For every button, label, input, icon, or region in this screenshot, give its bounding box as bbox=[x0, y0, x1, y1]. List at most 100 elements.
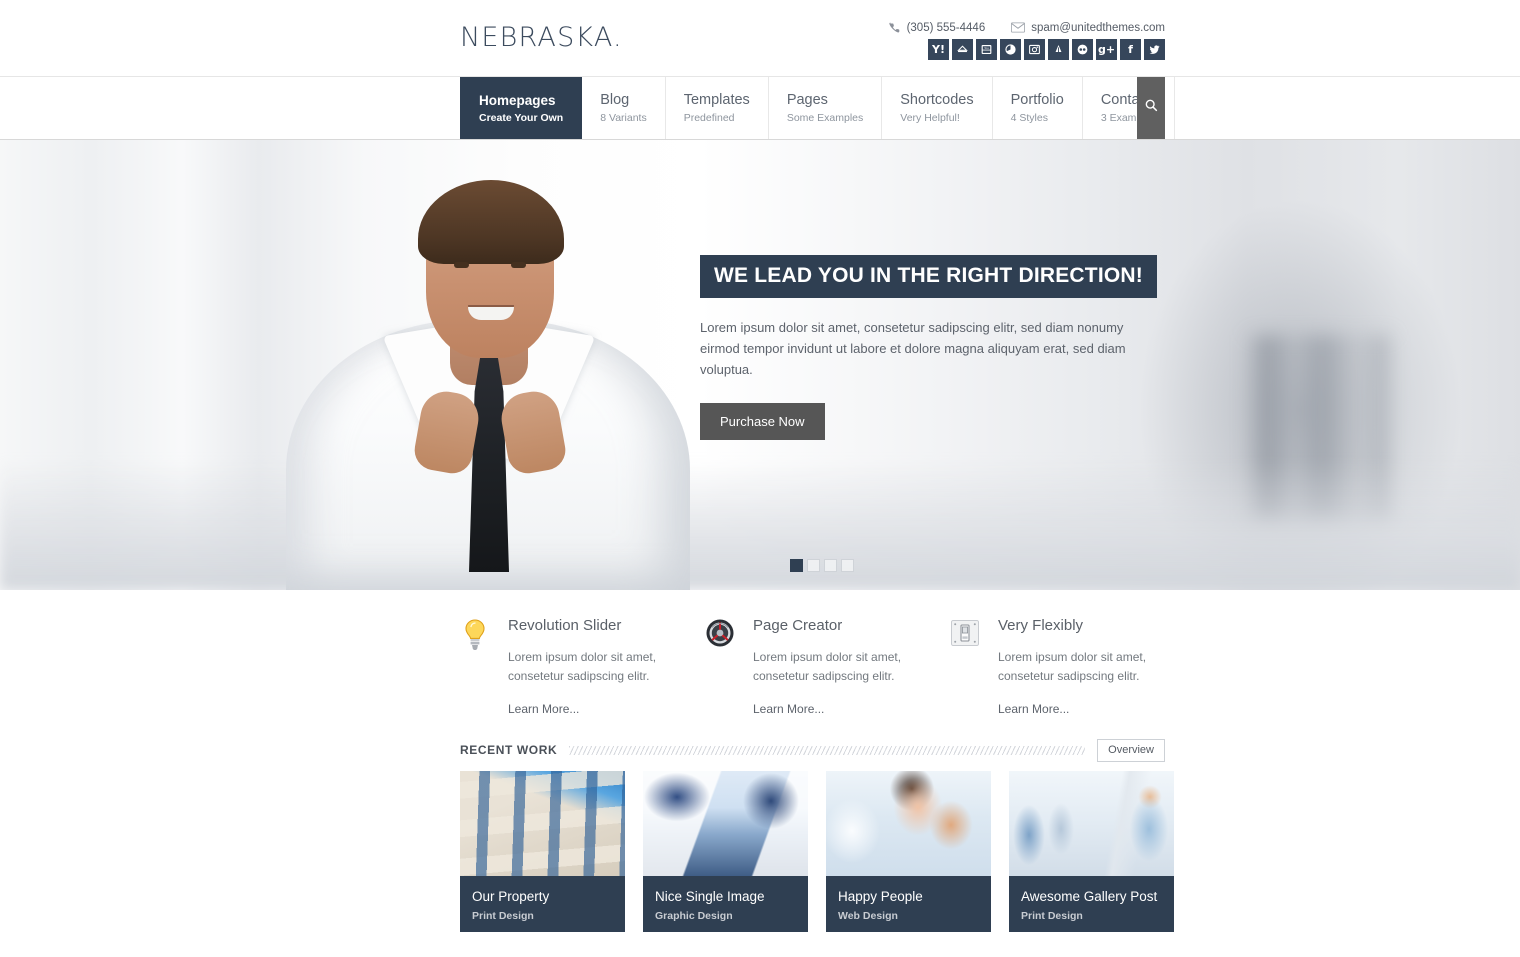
header-phone-number[interactable]: (305) 555-4446 bbox=[907, 22, 986, 34]
feature-learn-more-link[interactable]: Learn More... bbox=[753, 702, 824, 716]
feature-title: Very Flexibly bbox=[998, 617, 1084, 634]
feature-title: Page Creator bbox=[753, 617, 843, 634]
main-navigation: Homepages Create Your Own Blog 8 Variant… bbox=[0, 77, 1520, 140]
search-button[interactable] bbox=[1137, 77, 1165, 139]
feature-learn-more-link[interactable]: Learn More... bbox=[998, 702, 1069, 716]
nav-item-subtitle: Predefined bbox=[683, 112, 735, 124]
recent-work-header: RECENT WORK Overview bbox=[460, 738, 1165, 762]
yahoo-icon: Y! bbox=[932, 43, 945, 56]
nav-item-homepages[interactable]: Homepages Create Your Own bbox=[460, 77, 583, 139]
portfolio-card-category: Print Design bbox=[472, 910, 534, 922]
nav-item-title: Shortcodes bbox=[900, 92, 974, 108]
portfolio-card-title: Our Property bbox=[472, 889, 550, 904]
social-link-facebook[interactable]: f bbox=[1120, 39, 1141, 60]
hero-photo-businessman bbox=[278, 140, 698, 590]
portfolio-cards: Our Property Print Design Nice Single Im… bbox=[460, 771, 1174, 932]
nav-item-title: Templates bbox=[683, 92, 750, 108]
overview-button[interactable]: Overview bbox=[1097, 738, 1165, 762]
steering-wheel-icon bbox=[705, 616, 739, 718]
nav-item-title: Pages bbox=[786, 92, 828, 108]
youtube-icon: You bbox=[980, 43, 993, 56]
portfolio-card-title: Nice Single Image bbox=[655, 889, 765, 904]
feature-text: Lorem ipsum dolor sit amet, consetetur s… bbox=[508, 650, 657, 683]
nav-item-portfolio[interactable]: Portfolio 4 Styles bbox=[992, 77, 1083, 139]
feature-text: Lorem ipsum dolor sit amet, consetetur s… bbox=[998, 650, 1147, 683]
social-link-yahoo[interactable]: Y! bbox=[928, 39, 949, 60]
dribbble-icon bbox=[956, 43, 969, 56]
hero-paragraph-line1: Lorem ipsum dolor sit amet, consetetur s… bbox=[700, 320, 1124, 335]
portfolio-card-category: Print Design bbox=[1021, 910, 1083, 922]
feature-learn-more-link[interactable]: Learn More... bbox=[508, 702, 579, 716]
page-root: NEBRASKA. (305) 555-4446 spam@unitedthem… bbox=[0, 0, 1520, 957]
social-link-forrst[interactable] bbox=[1048, 39, 1069, 60]
forrst-icon bbox=[1052, 43, 1065, 56]
nav-item-templates[interactable]: Templates Predefined bbox=[665, 77, 769, 139]
google-plus-icon: g+ bbox=[1097, 43, 1116, 56]
portfolio-thumbnail bbox=[460, 771, 625, 876]
slider-dot-1[interactable] bbox=[790, 559, 803, 572]
portfolio-thumbnail bbox=[643, 771, 808, 876]
nav-item-shortcodes[interactable]: Shortcodes Very Helpful! bbox=[882, 77, 993, 139]
flickr-icon bbox=[1076, 43, 1089, 56]
mail-icon bbox=[1011, 22, 1026, 33]
nav-item-title: Portfolio bbox=[1010, 92, 1064, 108]
feature-page-creator: Page Creator Lorem ipsum dolor sit amet,… bbox=[705, 616, 950, 718]
hero-caption: WE LEAD YOU IN THE RIGHT DIRECTION! Lore… bbox=[700, 255, 1170, 440]
slider-pagination bbox=[790, 559, 854, 572]
social-link-twitter[interactable] bbox=[1144, 39, 1165, 60]
social-link-dribbble[interactable] bbox=[952, 39, 973, 60]
portfolio-card-title: Happy People bbox=[838, 889, 923, 904]
hero-floor-gradient bbox=[0, 460, 1520, 590]
hero-paragraph: Lorem ipsum dolor sit amet, consetetur s… bbox=[700, 317, 1170, 380]
social-link-youtube[interactable]: You bbox=[976, 39, 997, 60]
social-link-instagram[interactable] bbox=[1024, 39, 1045, 60]
nav-item-subtitle: Create Your Own bbox=[479, 112, 564, 124]
slider-dot-4[interactable] bbox=[841, 559, 854, 572]
phone-icon bbox=[888, 21, 901, 34]
hero-slider: WE LEAD YOU IN THE RIGHT DIRECTION! Lore… bbox=[0, 140, 1520, 590]
nav-items: Homepages Create Your Own Blog 8 Variant… bbox=[460, 77, 1175, 139]
search-icon bbox=[1144, 98, 1159, 118]
portfolio-card-our-property[interactable]: Our Property Print Design bbox=[460, 771, 625, 932]
nav-item-title: Homepages bbox=[479, 93, 556, 108]
slider-dot-3[interactable] bbox=[824, 559, 837, 572]
feature-title: Revolution Slider bbox=[508, 617, 622, 634]
site-logo[interactable]: NEBRASKA. bbox=[460, 22, 623, 53]
social-link-flickr[interactable] bbox=[1072, 39, 1093, 60]
lightbulb-icon bbox=[460, 616, 494, 718]
hero-headline: WE LEAD YOU IN THE RIGHT DIRECTION! bbox=[700, 255, 1157, 298]
sync-icon bbox=[1004, 43, 1017, 56]
portfolio-thumbnail bbox=[826, 771, 991, 876]
nav-item-pages[interactable]: Pages Some Examples bbox=[768, 77, 883, 139]
hero-paragraph-line2: eirmod tempor invidunt ut labore et dolo… bbox=[700, 341, 1126, 377]
feature-revolution-slider: Revolution Slider Lorem ipsum dolor sit … bbox=[460, 616, 705, 718]
header-contact-info: (305) 555-4446 spam@unitedthemes.com bbox=[888, 21, 1165, 34]
section-divider bbox=[569, 745, 1086, 755]
purchase-now-button[interactable]: Purchase Now bbox=[700, 403, 825, 440]
social-link-google-plus[interactable]: g+ bbox=[1096, 39, 1117, 60]
site-header: NEBRASKA. (305) 555-4446 spam@unitedthem… bbox=[0, 0, 1520, 77]
nav-item-subtitle: 8 Variants bbox=[600, 112, 647, 124]
nav-item-blog[interactable]: Blog 8 Variants bbox=[582, 77, 666, 139]
nav-item-subtitle: Some Examples bbox=[786, 112, 864, 124]
portfolio-card-nice-single-image[interactable]: Nice Single Image Graphic Design bbox=[643, 771, 808, 932]
nav-item-title: Blog bbox=[600, 92, 630, 108]
svg-text:You: You bbox=[984, 46, 989, 50]
features-row: Revolution Slider Lorem ipsum dolor sit … bbox=[460, 616, 1195, 718]
feature-very-flexibly: Very Flexibly Lorem ipsum dolor sit amet… bbox=[950, 616, 1195, 718]
slider-dot-2[interactable] bbox=[807, 559, 820, 572]
portfolio-card-category: Web Design bbox=[838, 910, 898, 922]
facebook-icon: f bbox=[1128, 43, 1133, 56]
twitter-icon bbox=[1148, 43, 1161, 56]
social-link-sync[interactable] bbox=[1000, 39, 1021, 60]
nav-item-subtitle: 4 Styles bbox=[1010, 112, 1048, 124]
instagram-icon bbox=[1028, 43, 1041, 56]
nav-item-subtitle: Very Helpful! bbox=[900, 112, 960, 124]
portfolio-card-happy-people[interactable]: Happy People Web Design bbox=[826, 771, 991, 932]
features-section: Revolution Slider Lorem ipsum dolor sit … bbox=[0, 590, 1520, 740]
portfolio-card-awesome-gallery-post[interactable]: Awesome Gallery Post Print Design bbox=[1009, 771, 1174, 932]
feature-text: Lorem ipsum dolor sit amet, consetetur s… bbox=[753, 650, 902, 683]
header-email-address[interactable]: spam@unitedthemes.com bbox=[1031, 22, 1165, 34]
portfolio-card-title: Awesome Gallery Post bbox=[1021, 889, 1158, 904]
light-switch-icon bbox=[950, 616, 984, 718]
